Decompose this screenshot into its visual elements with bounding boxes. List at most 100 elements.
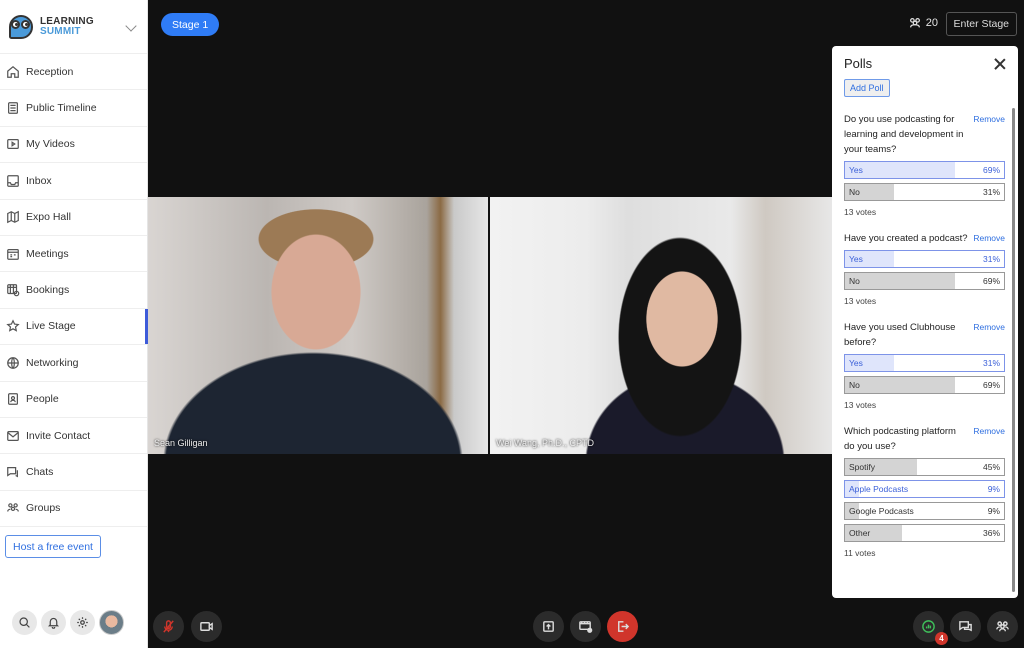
poll-option-percent: 45% [982, 462, 1000, 472]
share-screen-button[interactable] [533, 611, 564, 642]
sidebar-item-bookings[interactable]: Bookings [0, 272, 147, 309]
poll-option-label: Apple Podcasts [849, 484, 909, 494]
poll-option[interactable]: Apple Podcasts 9% [844, 480, 1005, 498]
poll-option[interactable]: No 69% [844, 272, 1005, 290]
poll-option-label: No [849, 187, 860, 197]
poll-question: Have you created a podcast? [844, 233, 968, 244]
sidebar-item-networking[interactable]: Networking [0, 345, 147, 382]
sidebar-item-public-timeline[interactable]: Public Timeline [0, 90, 147, 127]
enter-stage-button[interactable]: Enter Stage [945, 12, 1017, 36]
poll-option-label: Yes [849, 254, 863, 264]
remove-poll-link[interactable]: Remove [973, 114, 1005, 124]
remove-poll-link[interactable]: Remove [973, 233, 1005, 243]
poll-option-percent: 69% [982, 165, 1000, 175]
poll-header: Do you use podcasting for learning and d… [844, 112, 1005, 157]
poll-option[interactable]: Google Podcasts 9% [844, 502, 1005, 520]
search-button[interactable] [12, 610, 37, 635]
sidebar-item-live-stage[interactable]: Live Stage [0, 308, 148, 346]
poll-option-label: No [849, 276, 860, 286]
leave-stage-button[interactable] [607, 611, 638, 642]
remove-poll-link[interactable]: Remove [973, 322, 1005, 332]
poll-option-bar [845, 273, 955, 289]
poll-option[interactable]: No 31% [844, 183, 1005, 201]
poll-question: Which podcasting platform do you use? [844, 426, 956, 452]
user-avatar[interactable] [99, 610, 124, 635]
sidebar: LEARNING SUMMIT Reception Public Timeline… [0, 0, 148, 648]
sidebar-item-label: Invite Contact [26, 429, 91, 442]
attendee-count[interactable]: 20 [908, 16, 938, 30]
poll-option[interactable]: Spotify 45% [844, 458, 1005, 476]
poll-option-bar [845, 377, 955, 393]
bell-icon [47, 617, 60, 629]
poll-option-label: Other [849, 528, 871, 538]
poll-option-label: Google Podcasts [849, 506, 914, 516]
sidebar-item-reception[interactable]: Reception [0, 54, 147, 91]
sidebar-item-my-videos[interactable]: My Videos [0, 127, 147, 164]
poll-header: Have you created a podcast? Remove [844, 231, 1005, 246]
upload-screen-icon [543, 621, 554, 632]
video-tile-speaker-2[interactable]: Wei Wang, Ph.D., CPTD [490, 197, 834, 454]
participants-button[interactable] [987, 611, 1018, 642]
exit-icon [618, 621, 630, 632]
sidebar-item-expo-hall[interactable]: Expo Hall [0, 200, 147, 236]
poll-vote-count: 13 votes [844, 400, 877, 410]
group-icon [996, 621, 1009, 632]
sidebar-item-groups[interactable]: Groups [0, 491, 147, 528]
brand-header[interactable]: LEARNING SUMMIT [0, 0, 147, 54]
poll-card: Have you created a podcast? Remove Yes 31% N… [844, 231, 1005, 306]
home-icon [6, 65, 20, 79]
sidebar-item-label: Expo Hall [26, 211, 71, 224]
mute-microphone-button[interactable] [153, 611, 184, 642]
sidebar-item-people[interactable]: People [0, 382, 147, 418]
attendee-count-value: 20 [925, 17, 938, 29]
person-badge-icon [6, 392, 20, 406]
stage-selector-pill[interactable]: Stage 1 [161, 13, 220, 36]
sidebar-item-label: Public Timeline [26, 102, 97, 115]
sidebar-item-meetings[interactable]: Meetings [0, 236, 147, 273]
chevron-down-icon[interactable] [125, 20, 137, 32]
brand-name: LEARNING SUMMIT [40, 16, 94, 37]
sidebar-item-label: Meetings [26, 247, 69, 260]
poll-option-percent: 9% [987, 484, 1000, 494]
close-icon[interactable] [994, 58, 1006, 70]
polls-title: Polls [844, 56, 873, 71]
settings-button[interactable] [70, 610, 95, 635]
sidebar-item-invite-contact[interactable]: Invite Contact [0, 418, 147, 455]
poll-header: Which podcasting platform do you use? Rem… [844, 424, 1005, 454]
group-icon [6, 501, 20, 515]
media-settings-button[interactable] [570, 611, 601, 642]
poll-list: Do you use podcasting for learning and d… [844, 112, 1005, 572]
owl-logo-icon [8, 12, 34, 42]
poll-option[interactable]: Other 36% [844, 524, 1005, 542]
polls-notification-badge: 4 [935, 632, 948, 645]
polls-button[interactable]: 4 [913, 611, 948, 645]
poll-option-percent: 36% [982, 528, 1000, 538]
notifications-button[interactable] [41, 610, 66, 635]
microphone-off-icon [163, 620, 174, 633]
video-camera-icon [200, 622, 213, 631]
poll-option[interactable]: No 69% [844, 376, 1005, 394]
sidebar-item-chats[interactable]: Chats [0, 454, 147, 491]
globe-icon [6, 356, 20, 370]
poll-vote-count: 11 votes [844, 548, 876, 558]
poll-header: Have you used Clubhouse before? Remove [844, 320, 1005, 350]
add-poll-button[interactable]: Add Poll [844, 79, 890, 97]
chat-button[interactable] [950, 611, 981, 642]
host-free-event-button[interactable]: Host a free event [5, 535, 101, 558]
sidebar-item-inbox[interactable]: Inbox [0, 163, 147, 200]
sidebar-item-label: Networking [26, 356, 79, 369]
poll-option[interactable]: Yes 31% [844, 250, 1005, 268]
poll-option-percent: 31% [982, 254, 1000, 264]
poll-card: Do you use podcasting for learning and d… [844, 112, 1005, 217]
remove-poll-link[interactable]: Remove [973, 426, 1005, 436]
poll-option-percent: 31% [982, 187, 1000, 197]
sidebar-bottom-actions [12, 610, 124, 635]
poll-option[interactable]: Yes 69% [844, 161, 1005, 179]
poll-question: Do you use podcasting for learning and d… [844, 114, 964, 155]
poll-option-percent: 69% [982, 276, 1000, 286]
camera-button[interactable] [191, 611, 222, 642]
poll-card: Which podcasting platform do you use? Rem… [844, 424, 1005, 558]
video-tile-speaker-1[interactable]: Sean Gilligan [148, 197, 488, 454]
poll-option[interactable]: Yes 31% [844, 354, 1005, 372]
polls-scrollbar[interactable] [1012, 108, 1015, 592]
